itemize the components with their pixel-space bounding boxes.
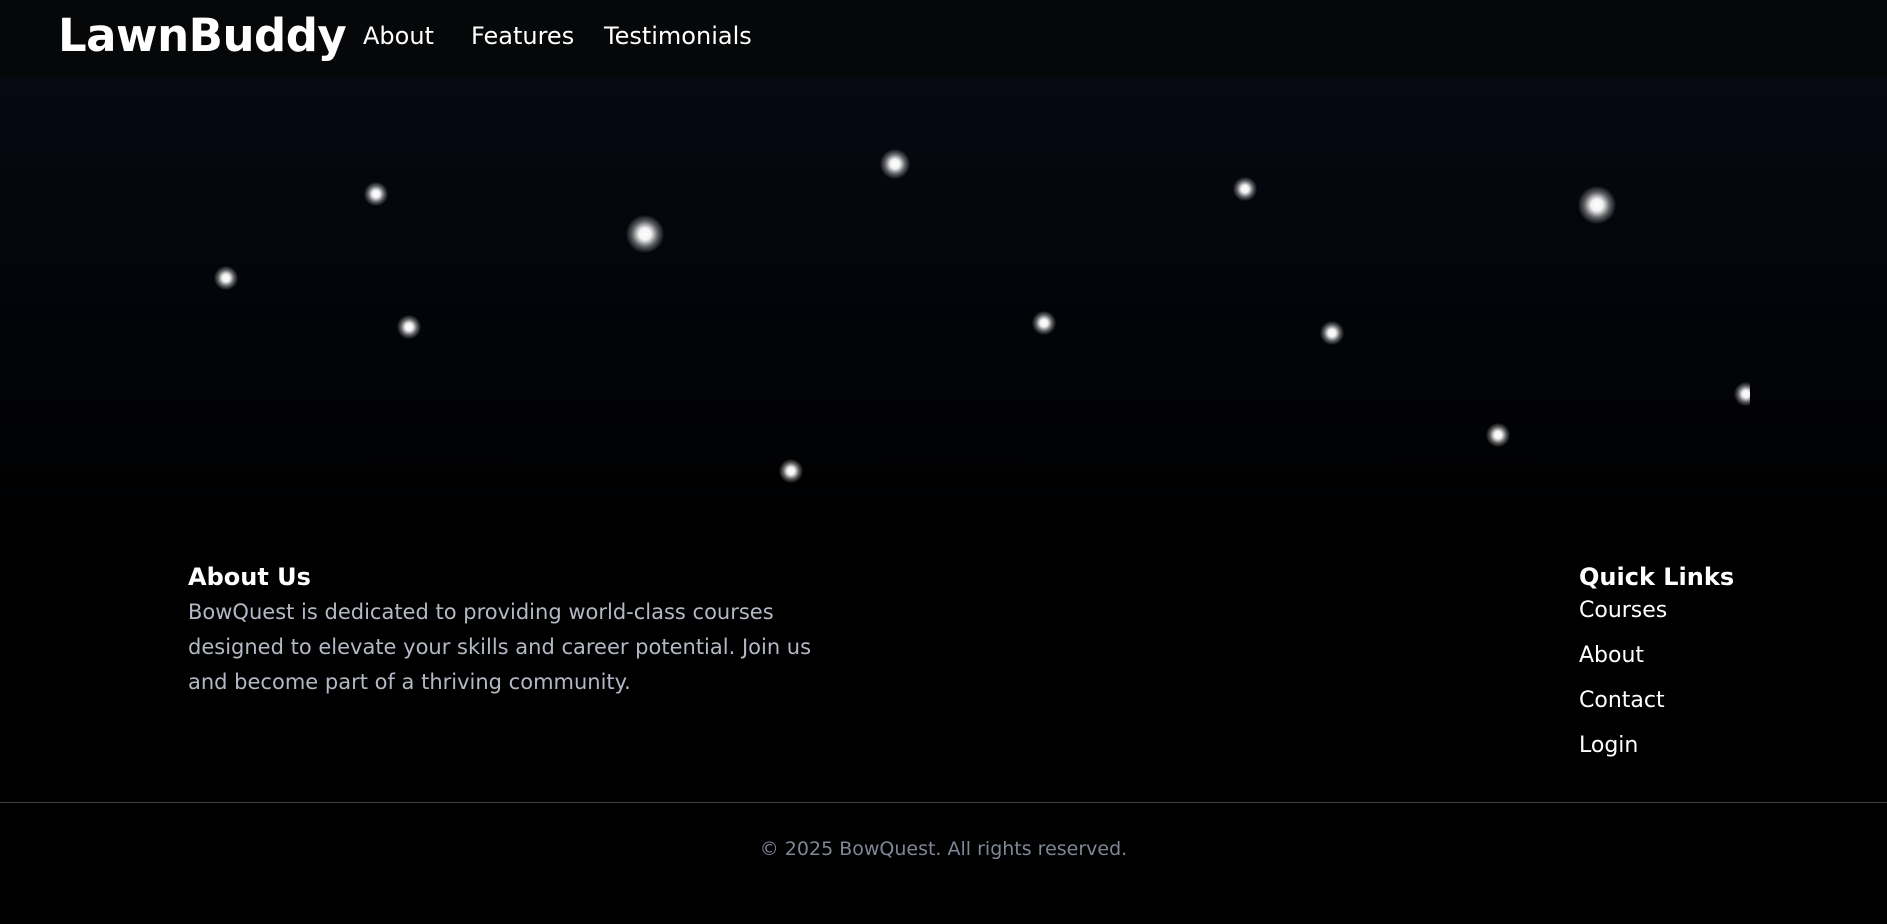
star-glow [214, 266, 238, 290]
star-glow [397, 315, 421, 339]
star-glow [1486, 423, 1510, 447]
star-glow [1032, 311, 1056, 335]
brand-logo[interactable]: LawnBuddy [58, 8, 347, 63]
copyright-text: © 2025 BowQuest. All rights reserved. [759, 838, 1128, 860]
quick-link-login[interactable]: Login [1579, 730, 1667, 775]
nav-link-testimonials[interactable]: Testimonials [604, 20, 752, 52]
quick-links-title: Quick Links [1579, 563, 1735, 591]
footer: About Us BowQuest is dedicated to provid… [0, 533, 1887, 924]
navbar: LawnBuddy About Features Testimonials [0, 0, 1887, 78]
star-glow [626, 215, 664, 253]
star-glow [1233, 177, 1257, 201]
about-us-title: About Us [188, 563, 311, 591]
nav-link-about[interactable]: About [363, 20, 434, 52]
quick-links-list: Courses About Contact Login [1579, 595, 1667, 775]
star-glow [1578, 186, 1616, 224]
star-glow [1320, 321, 1344, 345]
about-us-text: BowQuest is dedicated to providing world… [188, 600, 812, 694]
star-glow [364, 182, 388, 206]
star-glow [880, 149, 910, 179]
quick-link-contact[interactable]: Contact [1579, 685, 1667, 730]
quick-link-about[interactable]: About [1579, 640, 1667, 685]
starfield-hero [0, 78, 1887, 533]
star-glow [779, 459, 803, 483]
nav-link-features[interactable]: Features [471, 20, 574, 52]
quick-link-courses[interactable]: Courses [1579, 595, 1667, 640]
page: LawnBuddy About Features Testimonials Ab… [0, 0, 1887, 924]
star-glow [1734, 382, 1750, 406]
footer-divider [0, 802, 1887, 803]
